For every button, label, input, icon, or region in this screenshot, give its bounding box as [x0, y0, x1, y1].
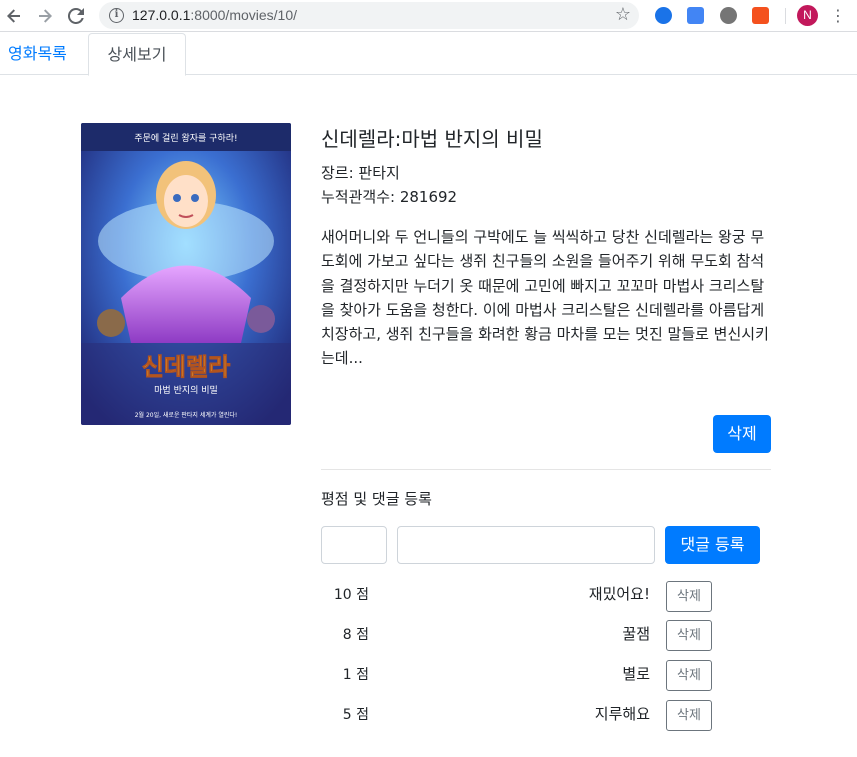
- bookmark-star-icon[interactable]: ☆: [615, 4, 631, 25]
- review-comment: 꿀잼: [622, 625, 650, 643]
- delete-review-button[interactable]: 삭제: [666, 620, 712, 651]
- delete-review-button[interactable]: 삭제: [666, 700, 712, 731]
- toolbar-divider: [785, 8, 786, 24]
- review-comment: 재밌어요!: [588, 585, 650, 603]
- back-icon[interactable]: [2, 4, 26, 28]
- info-icon[interactable]: i: [109, 8, 124, 23]
- comment-input[interactable]: [397, 526, 655, 564]
- score-input[interactable]: [321, 526, 387, 564]
- menu-icon[interactable]: ⋮: [830, 6, 846, 25]
- review-comment: 지루해요: [594, 705, 650, 723]
- poster-subtitle-art: 마법 반지의 비밀: [154, 384, 218, 396]
- review-section-title: 평점 및 댓글 등록: [321, 490, 432, 508]
- review-comment: 별로: [622, 665, 650, 683]
- poster-tagline: 주문에 걸린 왕자를 구하라!: [134, 133, 237, 144]
- extension-icon[interactable]: [655, 7, 672, 24]
- movie-description: 새어머니와 두 언니들의 구박에도 늘 씩씩하고 당찬 신데렐라는 왕궁 무도회…: [321, 228, 769, 368]
- movie-poster: 주문에 걸린 왕자를 구하라! 신데렐라 마법 반지의 비밀 2월 20일, 새…: [81, 123, 291, 425]
- reload-icon[interactable]: [64, 4, 88, 28]
- settings-extension-icon[interactable]: [720, 7, 737, 24]
- section-divider: [321, 469, 771, 470]
- movie-title: 신데렐라:마법 반지의 비밀: [321, 127, 543, 151]
- delete-review-button[interactable]: 삭제: [666, 660, 712, 691]
- forward-icon[interactable]: [33, 4, 57, 28]
- page-tabs: 영화목록 상세보기: [0, 33, 857, 76]
- tab-detail[interactable]: 상세보기: [88, 33, 186, 76]
- profile-avatar[interactable]: N: [797, 5, 818, 26]
- tab-movie-list[interactable]: 영화목록: [0, 33, 75, 75]
- ex-extension-icon[interactable]: [752, 7, 769, 24]
- movie-audience: 누적관객수: 281692: [321, 188, 458, 206]
- url-text: 127.0.0.1:8000/movies/10/: [132, 7, 298, 23]
- poster-title-art: 신데렐라: [142, 353, 230, 381]
- delete-review-button[interactable]: 삭제: [666, 581, 712, 612]
- poster-footer: 2월 20일, 새로운 판타지 세계가 열린다!: [135, 411, 238, 419]
- movie-genre: 장르: 판타지: [321, 164, 400, 182]
- translate-icon[interactable]: [687, 7, 704, 24]
- submit-review-button[interactable]: 댓글 등록: [665, 526, 760, 564]
- address-bar[interactable]: i 127.0.0.1:8000/movies/10/ ☆: [99, 2, 639, 29]
- delete-movie-button[interactable]: 삭제: [713, 415, 771, 453]
- browser-toolbar: i 127.0.0.1:8000/movies/10/ ☆ N ⋮: [0, 0, 857, 32]
